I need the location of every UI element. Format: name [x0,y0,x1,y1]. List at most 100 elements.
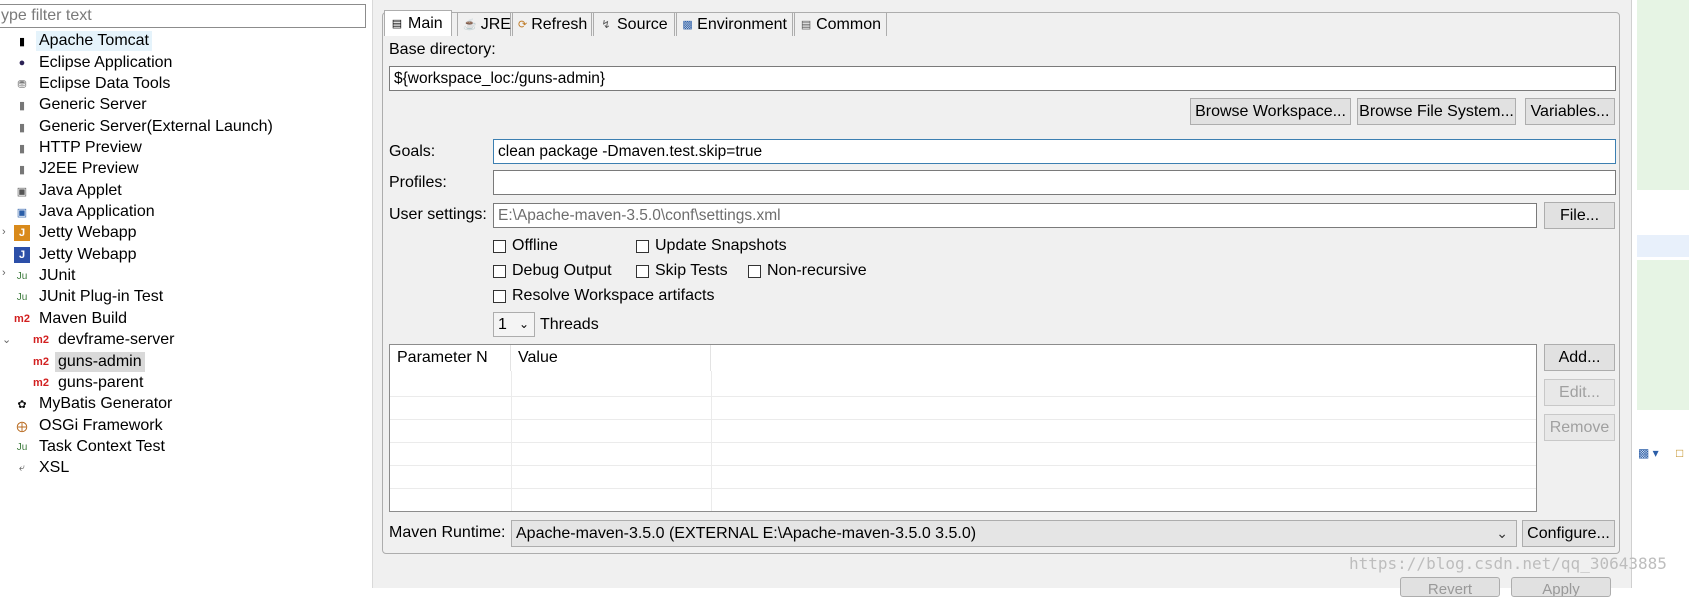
debug-output-checkbox[interactable]: Debug Output [493,262,612,280]
tab-source[interactable]: ↯ Source [593,12,675,36]
goals-field[interactable]: clean package -Dmaven.test.skip=true [493,139,1616,164]
tree-item-guns-admin[interactable]: m2 guns-admin [33,351,145,373]
configure-button[interactable]: Configure... [1522,520,1615,547]
tab-environment[interactable]: ▩ Environment [676,12,793,36]
tree-item-task-context-test[interactable]: Ju Task Context Test [14,436,168,458]
revert-button[interactable]: Revert [1400,577,1500,597]
column-header-value[interactable]: Value [511,345,711,371]
tab-common[interactable]: ▤ Common [794,12,887,36]
tree-item-label: Java Applet [39,182,122,199]
user-settings-field[interactable]: E:\Apache-maven-3.5.0\conf\settings.xml [493,203,1537,228]
file-button[interactable]: File... [1544,202,1615,229]
offline-checkbox[interactable]: Offline [493,237,558,255]
browse-file-system-button[interactable]: Browse File System... [1357,98,1516,125]
tree-item-junit-plugin-test[interactable]: Ju JUnit Plug-in Test [14,286,166,308]
tree-item-eclipse-application[interactable]: ● Eclipse Application [14,52,175,74]
tree-item-osgi-framework[interactable]: ⨁ OSGi Framework [14,415,166,437]
tree-item-label: guns-admin [55,352,145,372]
variables-button[interactable]: Variables... [1525,98,1615,125]
base-directory-label: Base directory: [389,41,496,58]
tomcat-icon: ▮ [18,35,26,48]
tree-item-label: Jetty Webapp [39,246,137,263]
checkbox-label: Offline [512,237,558,254]
tree-item-maven-build[interactable]: m2 Maven Build [14,308,130,330]
filter-input[interactable]: ype filter text [0,4,366,28]
tree-item-label: MyBatis Generator [39,395,173,412]
tree-item-eclipse-data-tools[interactable]: ⛃ Eclipse Data Tools [14,73,173,95]
editor-line-highlight [1637,235,1689,257]
server-icon: ▮ [18,142,26,155]
maven-runtime-value: Apache-maven-3.5.0 (EXTERNAL E:\Apache-m… [516,524,977,542]
browse-workspace-button[interactable]: Browse Workspace... [1190,98,1351,125]
edit-button[interactable]: Edit... [1544,379,1615,406]
folder-icon[interactable]: □ [1676,446,1683,460]
java-app-icon: ▣ [16,206,28,219]
junit-icon: Ju [16,270,28,282]
tree-item-label: J2EE Preview [39,160,139,177]
tree-item-devframe-server[interactable]: m2 devframe-server [33,329,177,351]
column-header-parameter[interactable]: Parameter N [390,345,511,371]
refresh-icon: ⟳ [518,19,528,31]
chevron-down-icon: ⌄ [518,317,529,331]
tree-item-j2ee-preview[interactable]: ▮ J2EE Preview [14,158,142,180]
resolve-workspace-checkbox[interactable]: Resolve Workspace artifacts [493,287,714,305]
non-recursive-checkbox[interactable]: Non-recursive [748,262,867,280]
tree-item-java-application[interactable]: ▣ Java Application [14,201,158,223]
threads-select[interactable]: 1 ⌄ [493,312,535,337]
tree-item-junit[interactable]: Ju JUnit [14,265,78,287]
tree-item-generic-server[interactable]: ▮ Generic Server [14,94,150,116]
tab-jre[interactable]: ☕ JRE [457,12,511,36]
tree-item-http-preview[interactable]: ▮ HTTP Preview [14,137,145,159]
tree-item-mybatis-generator[interactable]: ✿ MyBatis Generator [14,393,175,415]
tree-item-label: Maven Build [39,310,128,327]
apply-button[interactable]: Apply [1511,577,1611,597]
toolbar-icon[interactable]: ▩ ▾ [1638,446,1659,460]
tree-item-xsl[interactable]: ⤶ XSL [14,457,72,479]
tab-label: Refresh [531,15,588,33]
m2-icon: m2 [14,313,30,325]
editor-highlight [1637,0,1689,190]
update-snapshots-checkbox[interactable]: Update Snapshots [636,237,787,255]
chevron-right-icon[interactable]: › [2,226,6,238]
watermark: https://blog.csdn.net/qq_30643885 [1349,554,1667,573]
tree-item-apache-tomcat[interactable]: ▮ Apache Tomcat [14,30,152,52]
applet-icon: ▣ [16,185,28,198]
tree-item-java-applet[interactable]: ▣ Java Applet [14,180,125,202]
tab-refresh[interactable]: ⟳ Refresh [512,12,592,36]
tree-item-label: Eclipse Application [39,54,173,71]
tree-item-jetty-webapp[interactable]: J Jetty Webapp [14,222,140,244]
checkbox-box [636,264,649,278]
server-icon: ▮ [18,121,26,134]
source-icon: ↯ [601,19,611,31]
jetty-icon: J [14,225,30,241]
profiles-field[interactable] [493,170,1616,195]
tree-item-jetty-webapp-2[interactable]: J Jetty Webapp [14,244,140,266]
tree-item-label: Generic Server(External Launch) [39,118,273,135]
tab-main[interactable]: ▤ Main [384,10,452,36]
junit-icon: Ju [16,441,28,453]
add-button[interactable]: Add... [1544,344,1615,371]
base-directory-field[interactable]: ${workspace_loc:/guns-admin} [389,66,1616,91]
skip-tests-checkbox[interactable]: Skip Tests [636,262,728,280]
common-icon: ▤ [800,19,812,31]
tree-item-generic-server-external[interactable]: ▮ Generic Server(External Launch) [14,116,276,138]
tree-item-label: guns-parent [58,374,144,391]
parameters-table[interactable]: Parameter N Value [389,344,1537,512]
checkbox-label: Skip Tests [655,262,728,279]
environment-icon: ▩ [682,19,693,31]
goals-label: Goals: [389,143,436,160]
tree-item-guns-parent[interactable]: m2 guns-parent [33,372,146,394]
remove-button[interactable]: Remove [1544,414,1615,441]
checkbox-box [493,239,506,253]
mybatis-icon: ✿ [17,398,27,411]
user-settings-label: User settings: [389,206,487,223]
checkbox-box [636,239,649,253]
tree-item-label: Java Application [39,203,155,220]
chevron-right-icon[interactable]: › [2,267,6,279]
maven-runtime-select[interactable]: Apache-maven-3.5.0 (EXTERNAL E:\Apache-m… [511,520,1517,547]
chevron-down-icon[interactable]: ⌄ [2,333,11,346]
m2-icon: m2 [33,356,49,368]
junit-plugin-icon: Ju [16,291,28,303]
tree-item-label: Jetty Webapp [39,224,137,241]
tree-item-label: Task Context Test [39,438,165,455]
